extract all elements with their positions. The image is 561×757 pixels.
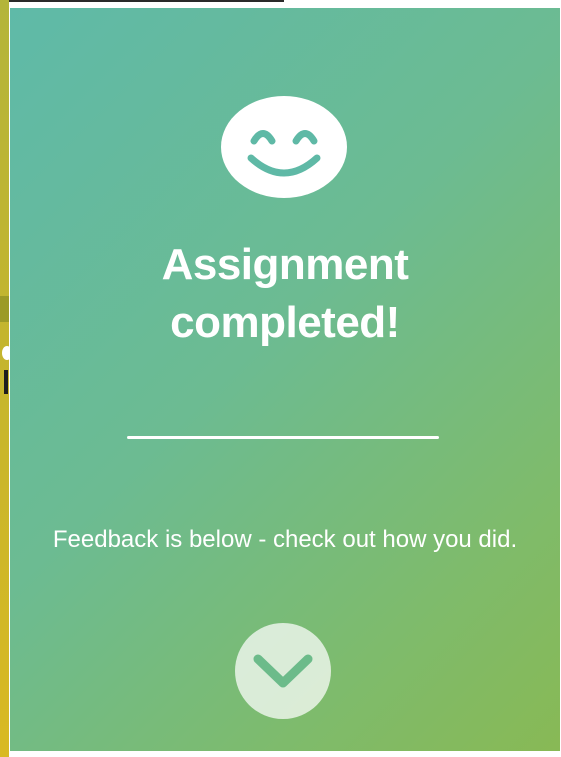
top-band — [9, 0, 561, 8]
screenshot-frame: Assignment completed! Feedback is below … — [0, 0, 561, 757]
bottom-band — [9, 751, 561, 757]
top-border-line — [9, 0, 284, 2]
page-title: Assignment completed! — [10, 236, 560, 352]
background-window-mark — [0, 296, 9, 322]
divider — [127, 436, 439, 439]
smiley-face-icon — [221, 96, 347, 198]
chevron-down-icon — [253, 654, 313, 688]
assignment-completed-card: Assignment completed! Feedback is below … — [10, 8, 560, 751]
scroll-down-button[interactable] — [235, 623, 331, 719]
background-window-mark — [4, 370, 8, 394]
title-line-1: Assignment — [161, 240, 409, 289]
feedback-message: Feedback is below - check out how you di… — [52, 526, 518, 553]
title-line-2: completed! — [170, 298, 400, 347]
background-window-edge — [0, 0, 12, 757]
